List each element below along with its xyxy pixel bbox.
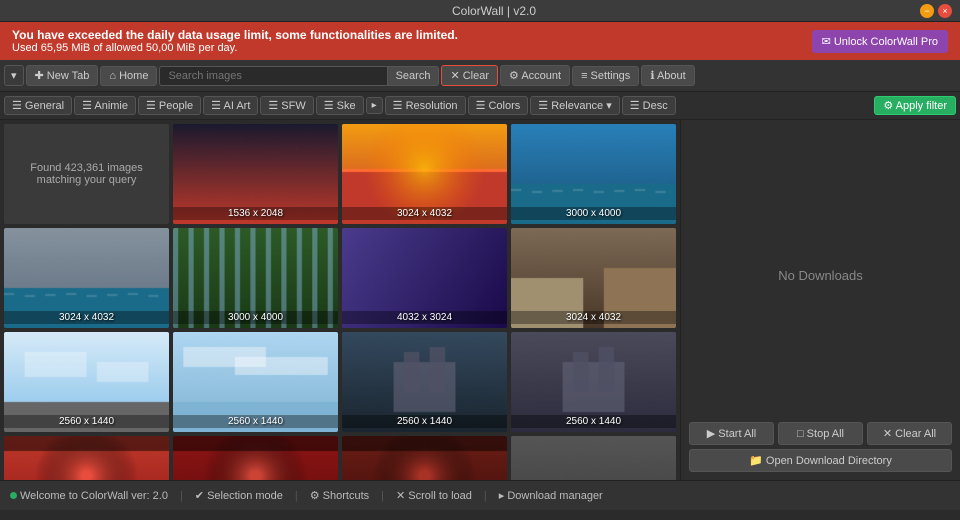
- filter-relevance[interactable]: ☰ Relevance ▾: [530, 96, 619, 115]
- image-size-label: 1536 x 2048: [173, 207, 338, 220]
- image-size-label: 4032 x 3024: [342, 311, 507, 324]
- account-button[interactable]: ⚙ Account: [500, 65, 570, 86]
- warning-line1: You have exceeded the daily data usage l…: [12, 28, 458, 42]
- tab-dropdown[interactable]: ▾: [4, 65, 24, 86]
- image-grid: Found 423,361 images matching your query…: [4, 124, 676, 480]
- no-downloads-label: No Downloads: [778, 128, 863, 422]
- apply-filter-button[interactable]: ⚙ Apply filter: [874, 96, 956, 115]
- image-cell[interactable]: 3024 x 4032: [4, 228, 169, 328]
- start-all-button[interactable]: ▶ Start All: [689, 422, 774, 445]
- image-cell[interactable]: 2560 x 1440: [342, 332, 507, 432]
- filter-desc[interactable]: ☰ Desc: [622, 96, 676, 115]
- filter-bar: ☰ General ☰ Animie ☰ People ☰ AI Art ☰ S…: [0, 92, 960, 120]
- filter-arrow[interactable]: ▸: [366, 97, 383, 114]
- status-sep4: |: [484, 490, 487, 502]
- status-sep3: |: [381, 490, 384, 502]
- status-scroll-text: ✕ Scroll to load: [396, 489, 472, 502]
- image-cell[interactable]: [173, 436, 338, 480]
- about-button[interactable]: ℹ About: [641, 65, 694, 86]
- image-cell[interactable]: 2560 x 1440: [173, 332, 338, 432]
- image-size-label: 3024 x 4032: [4, 311, 169, 324]
- download-controls: ▶ Start All □ Stop All ✕ Clear All 📁 Ope…: [689, 422, 952, 472]
- image-cell[interactable]: [511, 436, 676, 480]
- image-size-label: 3000 x 4000: [511, 207, 676, 220]
- image-cell[interactable]: [4, 436, 169, 480]
- warning-text: You have exceeded the daily data usage l…: [12, 28, 458, 54]
- image-size-label: 2560 x 1440: [4, 415, 169, 428]
- status-welcome-text: Welcome to ColorWall ver: 2.0: [20, 490, 168, 502]
- image-cell[interactable]: 3000 x 4000: [173, 228, 338, 328]
- window-controls: − ×: [920, 4, 952, 18]
- filter-ske[interactable]: ☰ Ske: [316, 96, 364, 115]
- unlock-button[interactable]: ✉ Unlock ColorWall Pro: [812, 30, 948, 53]
- image-cell[interactable]: 2560 x 1440: [4, 332, 169, 432]
- filter-people[interactable]: ☰ People: [138, 96, 201, 115]
- grid-placeholder: Found 423,361 images matching your query: [4, 124, 169, 224]
- settings-button[interactable]: ≡ Settings: [572, 66, 639, 86]
- filter-colors[interactable]: ☰ Colors: [468, 96, 529, 115]
- filter-resolution[interactable]: ☰ Resolution: [385, 96, 466, 115]
- search-wrap: Search: [159, 66, 439, 86]
- filter-general[interactable]: ☰ General: [4, 96, 72, 115]
- filter-ai-art[interactable]: ☰ AI Art: [203, 96, 258, 115]
- search-input[interactable]: [159, 66, 387, 86]
- toolbar: ▾ ✚ New Tab ⌂ Home Search ✕ Clear ⚙ Acco…: [0, 60, 960, 92]
- image-size-label: 2560 x 1440: [511, 415, 676, 428]
- clear-button[interactable]: ✕ Clear: [441, 65, 498, 86]
- image-size-label: 2560 x 1440: [342, 415, 507, 428]
- image-cell[interactable]: 3024 x 4032: [511, 228, 676, 328]
- main-content: Found 423,361 images matching your query…: [0, 120, 960, 480]
- status-scroll[interactable]: ✕ Scroll to load: [396, 489, 472, 502]
- warning-banner: You have exceeded the daily data usage l…: [0, 22, 960, 60]
- download-action-row: ▶ Start All □ Stop All ✕ Clear All: [689, 422, 952, 445]
- filter-sfw[interactable]: ☰ SFW: [260, 96, 313, 115]
- status-sep2: |: [295, 490, 298, 502]
- status-shortcuts[interactable]: ⚙ Shortcuts: [310, 489, 369, 502]
- filter-animie[interactable]: ☰ Animie: [74, 96, 136, 115]
- minimize-button[interactable]: −: [920, 4, 934, 18]
- open-directory-button[interactable]: 📁 Open Download Directory: [689, 449, 952, 472]
- image-cell[interactable]: 4032 x 3024: [342, 228, 507, 328]
- status-welcome: Welcome to ColorWall ver: 2.0: [10, 490, 168, 502]
- status-shortcuts-text: ⚙ Shortcuts: [310, 489, 369, 502]
- status-bar: Welcome to ColorWall ver: 2.0 | ✔ Select…: [0, 480, 960, 510]
- right-panel: No Downloads ▶ Start All □ Stop All ✕ Cl…: [680, 120, 960, 480]
- image-size-label: 2560 x 1440: [173, 415, 338, 428]
- warning-line2: Used 65,95 MiB of allowed 50,00 MiB per …: [12, 42, 458, 54]
- status-download-manager[interactable]: ▸ Download manager: [499, 489, 603, 502]
- home-button[interactable]: ⌂ Home: [100, 66, 157, 86]
- status-download-text: ▸ Download manager: [499, 489, 603, 502]
- image-size-label: 3024 x 4032: [511, 311, 676, 324]
- placeholder-line2: matching your query: [37, 174, 137, 186]
- image-size-label: 3024 x 4032: [342, 207, 507, 220]
- status-sep1: |: [180, 490, 183, 502]
- placeholder-line1: Found 423,361 images: [30, 162, 143, 174]
- new-tab-button[interactable]: ✚ New Tab: [26, 65, 99, 86]
- stop-all-button[interactable]: □ Stop All: [778, 422, 863, 445]
- status-dot: [10, 492, 17, 499]
- image-grid-wrap[interactable]: Found 423,361 images matching your query…: [0, 120, 680, 480]
- image-size-label: 3000 x 4000: [173, 311, 338, 324]
- clear-all-button[interactable]: ✕ Clear All: [867, 422, 952, 445]
- image-cell[interactable]: 1536 x 2048: [173, 124, 338, 224]
- search-button[interactable]: Search: [388, 66, 440, 86]
- image-cell[interactable]: 3024 x 4032: [342, 124, 507, 224]
- image-cell[interactable]: 2560 x 1440: [511, 332, 676, 432]
- app-title: ColorWall | v2.0: [68, 4, 920, 18]
- status-selection-text: ✔ Selection mode: [195, 489, 283, 502]
- status-selection[interactable]: ✔ Selection mode: [195, 489, 283, 502]
- image-cell[interactable]: [342, 436, 507, 480]
- title-bar: ColorWall | v2.0 − ×: [0, 0, 960, 22]
- image-cell[interactable]: 3000 x 4000: [511, 124, 676, 224]
- close-button[interactable]: ×: [938, 4, 952, 18]
